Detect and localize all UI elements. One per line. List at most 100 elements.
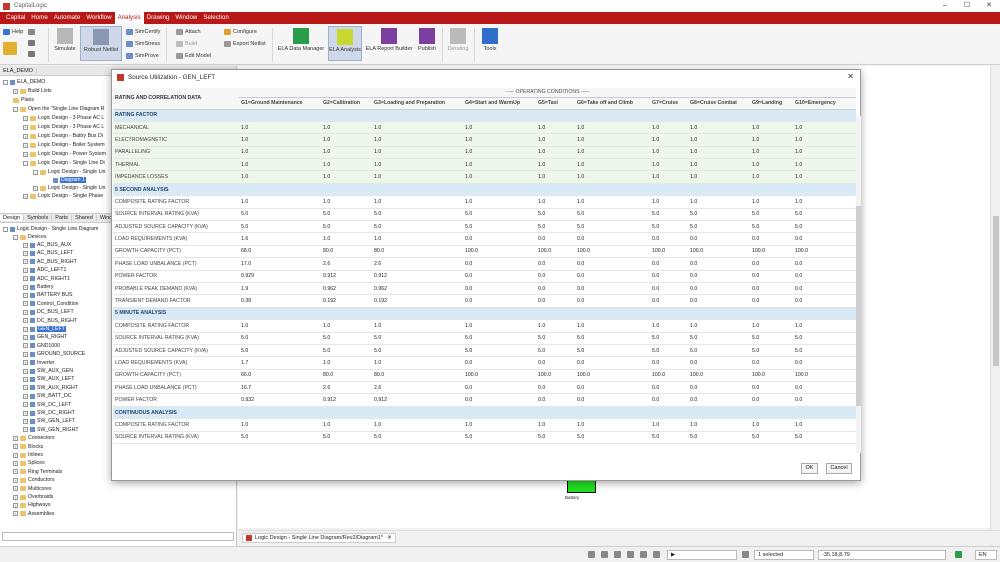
- search-input[interactable]: [2, 532, 234, 541]
- table-cell[interactable]: 1.0: [536, 195, 575, 209]
- table-cell[interactable]: 0.932: [239, 393, 321, 407]
- folder-item[interactable]: + Splices: [13, 459, 45, 467]
- table-cell[interactable]: 5.0: [463, 332, 536, 345]
- folder-item[interactable]: + Blocks: [13, 443, 43, 451]
- table-cell[interactable]: 0.0: [463, 393, 536, 407]
- folder-item[interactable]: + Multicores: [13, 485, 52, 493]
- table-cell[interactable]: 5.0: [463, 208, 536, 222]
- table-cell[interactable]: 1.0: [239, 170, 321, 184]
- maximize-button[interactable]: ☐: [956, 0, 978, 12]
- minimize-button[interactable]: –: [934, 0, 956, 12]
- table-cell[interactable]: 1.0: [463, 158, 536, 172]
- table-cell[interactable]: 1.0: [463, 146, 536, 160]
- table-cell[interactable]: 0.0: [575, 270, 650, 283]
- table-row[interactable]: SOURCE INTERVAL RATING (KVA) 5.0 5.0 5.0 5.0…: [113, 431, 856, 445]
- table-cell[interactable]: 1.0: [239, 418, 321, 432]
- table-cell[interactable]: 1.0: [372, 195, 463, 209]
- folder-item[interactable]: + Inlines: [13, 451, 43, 459]
- device-item[interactable]: + DC_BUS_RIGHT: [23, 317, 77, 325]
- device-item[interactable]: + GROUND_SOURCE: [23, 350, 85, 358]
- table-cell[interactable]: 1.0: [793, 319, 856, 333]
- table-cell[interactable]: 0.0: [688, 282, 750, 296]
- table-row[interactable]: IMPEDANCE LOSSES 1.0 1.0 1.0 1.0 1.0 1.0 1.0 1.0…: [113, 170, 856, 184]
- menu-home[interactable]: Home: [28, 12, 51, 24]
- table-cell[interactable]: 0.929: [239, 270, 321, 283]
- tree-item[interactable]: + Logic Design - Power System: [23, 150, 106, 158]
- table-cell[interactable]: 1.0: [321, 146, 372, 160]
- menu-window[interactable]: Window: [172, 12, 200, 24]
- table-cell[interactable]: 1.0: [321, 121, 372, 135]
- table-cell[interactable]: 1.0: [575, 195, 650, 209]
- menu-automate[interactable]: Automate: [51, 12, 83, 24]
- battery-symbol[interactable]: [567, 480, 596, 493]
- device-item[interactable]: + AC_BUS_RIGHT: [23, 258, 77, 266]
- table-cell[interactable]: 0.0: [650, 381, 688, 395]
- table-cell[interactable]: 5.0: [650, 431, 688, 445]
- zoom-extents-icon[interactable]: [614, 551, 621, 558]
- table-cell[interactable]: 1.0: [793, 418, 856, 432]
- tree-item[interactable]: - Devices: [13, 233, 46, 241]
- device-item[interactable]: + SW_AUX_GEN: [23, 367, 73, 375]
- table-cell[interactable]: 0.0: [575, 294, 650, 308]
- table-cell[interactable]: 0.0: [750, 393, 793, 407]
- attach-button[interactable]: Attach: [176, 29, 201, 35]
- table-cell[interactable]: 5.0: [750, 220, 793, 234]
- table-cell[interactable]: 0.0: [650, 294, 688, 308]
- table-cell[interactable]: 1.0: [536, 121, 575, 135]
- device-item[interactable]: + SW_GEN_RIGHT: [23, 426, 79, 434]
- table-cell[interactable]: 0.0: [793, 257, 856, 271]
- table-cell[interactable]: 5.0: [688, 431, 750, 445]
- table-cell[interactable]: 1.6: [239, 232, 321, 246]
- table-cell[interactable]: 0.192: [321, 294, 372, 308]
- table-cell[interactable]: 100.0: [750, 245, 793, 259]
- table-cell[interactable]: 1.0: [750, 121, 793, 135]
- table-cell[interactable]: 1.0: [750, 158, 793, 172]
- table-cell[interactable]: 1.0: [575, 418, 650, 432]
- device-item[interactable]: + ADC_RIGHT1: [23, 275, 70, 283]
- table-cell[interactable]: 1.0: [650, 170, 688, 184]
- table-cell[interactable]: 0.0: [463, 381, 536, 395]
- table-cell[interactable]: 1.0: [688, 158, 750, 172]
- table-row[interactable]: SOURCE INTERVAL RATING (KVA) 5.0 5.0 5.0 5.0…: [113, 332, 856, 345]
- table-cell[interactable]: 5.0: [650, 332, 688, 345]
- robust-netlist-button[interactable]: Robust Netlist: [80, 26, 122, 61]
- table-cell[interactable]: 0.912: [321, 393, 372, 407]
- table-cell[interactable]: 66.0: [239, 369, 321, 383]
- table-row[interactable]: COMPOSITE RATING FACTOR 1.0 1.0 1.0 1.0 1.0 1.…: [113, 195, 856, 209]
- ortho-icon[interactable]: [653, 551, 660, 558]
- table-cell[interactable]: 0.0: [650, 282, 688, 296]
- table-cell[interactable]: 1.0: [688, 146, 750, 160]
- table-cell[interactable]: 2.6: [321, 381, 372, 395]
- table-row[interactable]: LOAD REQUIREMENTS (KVA) 1.7 1.0 1.0 0.0 0.0 0.…: [113, 356, 856, 370]
- build-button[interactable]: Build: [176, 41, 197, 47]
- table-cell[interactable]: 0.0: [750, 356, 793, 370]
- device-item[interactable]: + SW_DC_LEFT: [23, 401, 71, 409]
- table-row[interactable]: PARALLELING 1.0 1.0 1.0 1.0 1.0 1.0 1.0 1.0 1.0 1.…: [113, 146, 856, 160]
- table-cell[interactable]: 5.0: [372, 431, 463, 445]
- table-cell[interactable]: 2.6: [321, 257, 372, 271]
- table-cell[interactable]: 100.0: [575, 245, 650, 259]
- menu-drawing[interactable]: Drawing: [144, 12, 173, 24]
- table-row[interactable]: COMPOSITE RATING FACTOR 1.0 1.0 1.0 1.0 1.0 1.…: [113, 319, 856, 333]
- table-cell[interactable]: 1.0: [688, 195, 750, 209]
- dialog-scrollbar[interactable]: [856, 116, 861, 453]
- menu-capital[interactable]: Capital: [3, 12, 28, 24]
- table-cell[interactable]: 1.0: [239, 121, 321, 135]
- table-cell[interactable]: 1.0: [536, 319, 575, 333]
- table-cell[interactable]: 1.0: [372, 356, 463, 370]
- table-cell[interactable]: 1.0: [372, 170, 463, 184]
- publish-button[interactable]: Publish: [414, 28, 440, 52]
- table-cell[interactable]: 5.0: [650, 208, 688, 222]
- table-cell[interactable]: 0.0: [793, 282, 856, 296]
- table-cell[interactable]: 5.0: [750, 344, 793, 358]
- table-cell[interactable]: 0.0: [793, 393, 856, 407]
- table-cell[interactable]: 1.0: [650, 319, 688, 333]
- table-cell[interactable]: 1.0: [750, 195, 793, 209]
- table-cell[interactable]: 1.0: [463, 133, 536, 147]
- table-cell[interactable]: 1.0: [575, 121, 650, 135]
- tree-item[interactable]: - Logic Design - Single Lin: [33, 168, 105, 176]
- device-item[interactable]: + SW_GEN_LEFT: [23, 417, 75, 425]
- table-cell[interactable]: 0.0: [750, 232, 793, 246]
- table-cell[interactable]: 1.0: [239, 195, 321, 209]
- table-cell[interactable]: 100.0: [793, 369, 856, 383]
